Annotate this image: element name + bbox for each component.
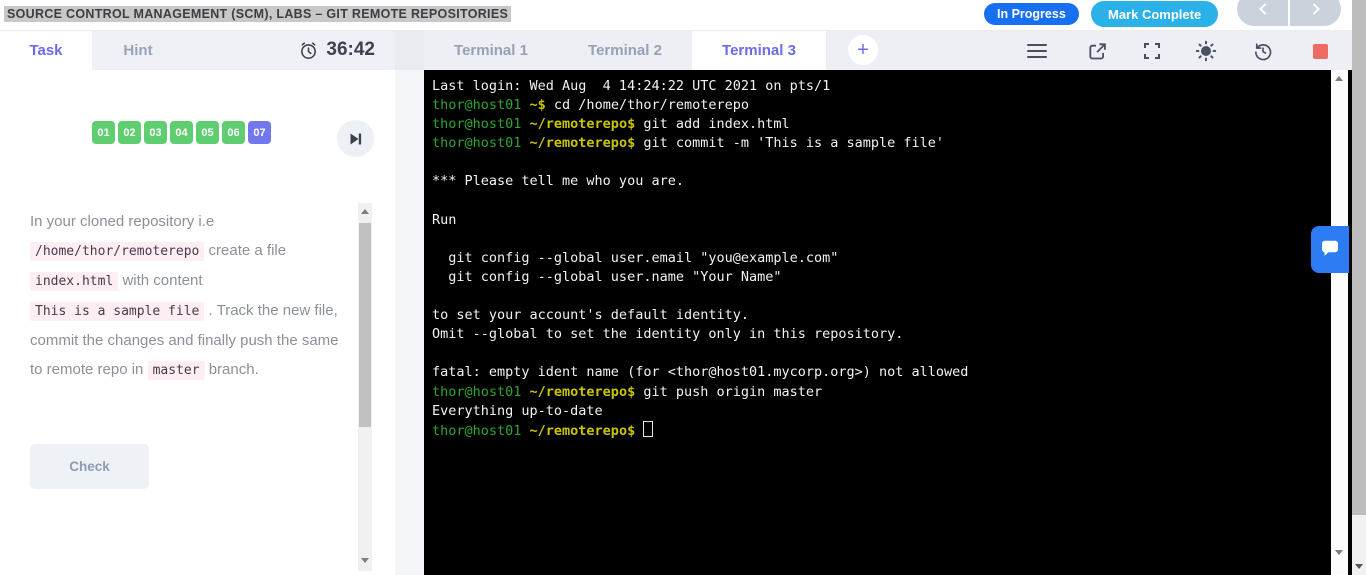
- tab-terminal-3[interactable]: Terminal 3: [692, 30, 826, 70]
- app-window: SOURCE CONTROL MANAGEMENT (SCM), LABS – …: [0, 0, 1366, 575]
- mark-complete-button[interactable]: Mark Complete: [1091, 1, 1219, 27]
- prev-button[interactable]: [1237, 0, 1288, 26]
- step-03: 03: [144, 121, 167, 144]
- history-icon[interactable]: [1251, 39, 1275, 63]
- terminal-screen[interactable]: Last login: Wed Aug 4 14:24:22 UTC 2021 …: [424, 70, 1352, 575]
- task-description: In your cloned repository i.e /home/thor…: [30, 207, 348, 385]
- chevron-right-icon: [1312, 3, 1320, 15]
- step-07: 07: [248, 121, 271, 144]
- terminal-line: thor@host01 ~/remoterepo$ git add index.…: [432, 116, 790, 133]
- skip-next-icon: [350, 133, 362, 144]
- terminal-line: thor@host01 ~/remoterepo$: [432, 420, 1352, 440]
- terminal-line: thor@host01 ~/remoterepo$ git push origi…: [432, 383, 823, 400]
- scroll-down-arrow-icon[interactable]: [1335, 550, 1343, 555]
- code-snippet: master: [147, 361, 205, 380]
- stop-icon[interactable]: [1308, 39, 1332, 63]
- page-title: SOURCE CONTROL MANAGEMENT (SCM), LABS – …: [4, 6, 512, 22]
- task-text: branch.: [204, 361, 259, 378]
- next-button[interactable]: [1288, 0, 1341, 26]
- terminal-line: Run: [432, 211, 457, 228]
- task-scrollbar-thumb[interactable]: [359, 223, 371, 427]
- terminal-scrollbar[interactable]: [1331, 70, 1348, 575]
- scroll-up-arrow-icon[interactable]: [1335, 76, 1343, 81]
- task-text: create a file: [204, 242, 287, 259]
- alarm-clock-icon: [301, 41, 317, 59]
- terminal-line: git config --global user.name "Your Name…: [432, 268, 782, 285]
- step-01: 01: [92, 121, 115, 144]
- chevron-left-icon: [1258, 3, 1266, 15]
- in-progress-button[interactable]: In Progress: [984, 3, 1079, 25]
- top-bar: SOURCE CONTROL MANAGEMENT (SCM), LABS – …: [0, 0, 1366, 31]
- scroll-down-arrow-icon[interactable]: [361, 558, 369, 563]
- skip-to-end-button[interactable]: [337, 120, 374, 157]
- task-scrollbar[interactable]: [358, 203, 372, 571]
- menu-icon[interactable]: [1025, 39, 1049, 63]
- page-scrollbar[interactable]: [1352, 0, 1366, 575]
- task-panel: Task Hint 36:42 01 02 03 04 05 06 07 In your c…: [0, 30, 395, 575]
- task-text: In your cloned repository i.e: [30, 213, 215, 230]
- terminal-line: Omit --global to set the identity only i…: [432, 326, 904, 343]
- fullscreen-icon[interactable]: [1140, 39, 1164, 63]
- add-terminal-button[interactable]: +: [848, 35, 878, 65]
- terminal-line: *** Please tell me who you are.: [432, 173, 684, 190]
- step-indicators: 01 02 03 04 05 06 07: [92, 121, 271, 144]
- terminal-panel: Terminal 1 Terminal 2 Terminal 3 + Last …: [424, 30, 1352, 575]
- page-title-text: SOURCE CONTROL MANAGEMENT (SCM), LABS – …: [4, 6, 512, 22]
- tab-task[interactable]: Task: [0, 30, 92, 70]
- terminal-line: thor@host01 ~/remoterepo$ git commit -m …: [432, 135, 945, 152]
- panel-divider: [395, 30, 424, 575]
- task-text: with content: [118, 272, 203, 289]
- brightness-icon[interactable]: [1194, 39, 1218, 63]
- scroll-up-arrow-icon[interactable]: [361, 209, 369, 214]
- timer: 36:42: [298, 30, 375, 70]
- step-05: 05: [196, 121, 219, 144]
- terminal-line: Last login: Wed Aug 4 14:24:22 UTC 2021 …: [432, 78, 831, 94]
- step-06: 06: [222, 121, 245, 144]
- terminal-line: Everything up-to-date: [432, 402, 603, 419]
- feedback-chat-button[interactable]: [1311, 226, 1349, 273]
- tab-hint[interactable]: Hint: [92, 30, 184, 70]
- code-snippet: /home/thor/remoterepo: [30, 242, 205, 261]
- terminal-line: to set your account's default identity.: [432, 307, 749, 324]
- open-in-new-icon[interactable]: [1085, 39, 1109, 63]
- step-04: 04: [170, 121, 193, 144]
- tab-terminal-1[interactable]: Terminal 1: [424, 30, 558, 70]
- code-snippet: This is a sample file: [30, 302, 205, 321]
- lesson-nav: [1237, 0, 1341, 26]
- terminal-line: thor@host01 ~$ cd /home/thor/remoterepo: [432, 97, 749, 114]
- chat-bubble-icon: [1322, 240, 1338, 256]
- step-02: 02: [118, 121, 141, 144]
- page-scrollbar-thumb[interactable]: [1352, 0, 1366, 515]
- timer-value: 36:42: [326, 39, 375, 60]
- terminal-line: fatal: empty ident name (for <thor@host0…: [432, 364, 969, 381]
- scroll-down-arrow-icon[interactable]: [1355, 564, 1363, 569]
- code-snippet: index.html: [30, 272, 119, 291]
- task-panel-header: Task Hint 36:42: [0, 30, 395, 70]
- tab-terminal-2[interactable]: Terminal 2: [558, 30, 692, 70]
- stop-square: [1312, 43, 1328, 59]
- terminal-line: git config --global user.email "you@exam…: [432, 249, 839, 266]
- terminal-cursor: [643, 420, 654, 437]
- check-button[interactable]: Check: [30, 444, 149, 489]
- terminal-header: Terminal 1 Terminal 2 Terminal 3 +: [424, 30, 1352, 70]
